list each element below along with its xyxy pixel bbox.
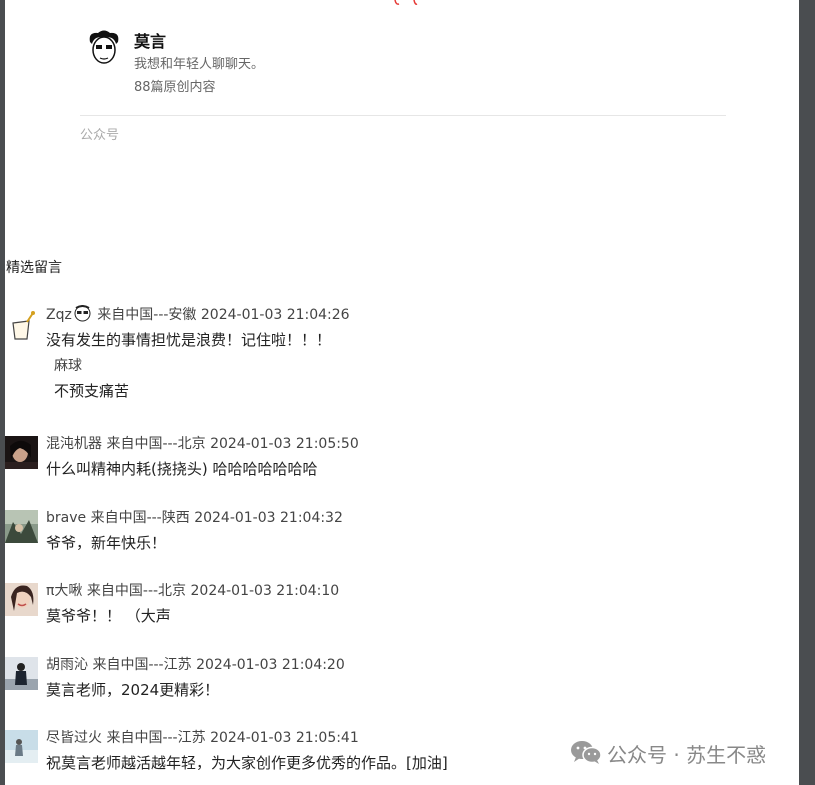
comment-item: Zqz 来自中国---安徽 2024-01-03 21:04:26 没有发生的事… bbox=[5, 304, 785, 404]
decoration-mark bbox=[394, 0, 418, 5]
comment-username[interactable]: 混沌机器 bbox=[46, 436, 102, 452]
comment-location: 来自中国---江苏 bbox=[106, 730, 206, 746]
reply-content: 不预支痛苦 bbox=[54, 382, 130, 400]
comment-username[interactable]: 胡雨沁 bbox=[46, 657, 88, 673]
comment-header: Zqz 来自中国---安徽 2024-01-03 21:04:26 bbox=[46, 304, 350, 324]
author-profile-card[interactable]: 莫言 我想和年轻人聊聊天。 88篇原创内容 bbox=[84, 28, 744, 108]
comment-header: 尽皆过火 来自中国---江苏 2024-01-03 21:05:41 bbox=[46, 727, 359, 747]
comment-time: 2024-01-03 21:05:50 bbox=[210, 436, 359, 452]
comment-time: 2024-01-03 21:04:26 bbox=[200, 307, 350, 323]
comment-content: 什么叫精神内耗(挠挠头) 哈哈哈哈哈哈哈 bbox=[46, 460, 318, 478]
article-count: 88篇原创内容 bbox=[134, 80, 216, 95]
user-avatar[interactable] bbox=[5, 436, 38, 469]
user-avatar[interactable] bbox=[5, 510, 38, 543]
user-avatar[interactable] bbox=[5, 657, 38, 690]
comment-time: 2024-01-03 21:04:10 bbox=[190, 583, 340, 599]
user-avatar[interactable] bbox=[5, 309, 38, 342]
comment-location: 来自中国---安徽 bbox=[97, 307, 197, 323]
comment-item: brave 来自中国---陕西 2024-01-03 21:04:32 爷爷，新… bbox=[5, 507, 785, 557]
comments-section-title: 精选留言 bbox=[6, 260, 62, 276]
comment-location: 来自中国---北京 bbox=[106, 436, 206, 452]
comment-time: 2024-01-03 21:04:20 bbox=[196, 657, 345, 673]
comment-content: 莫爷爷！！ （大声 bbox=[46, 607, 171, 625]
watermark-text: 公众号 · 苏生不惑 bbox=[607, 743, 767, 767]
reply-author[interactable]: 麻球 bbox=[54, 355, 82, 375]
watermark: 公众号 · 苏生不惑 bbox=[570, 738, 795, 767]
comment-header: 混沌机器 来自中国---北京 2024-01-03 21:05:50 bbox=[46, 433, 359, 453]
comment-username[interactable]: Zqz bbox=[46, 307, 72, 323]
comment-content: 莫言老师，2024更精彩！ bbox=[46, 681, 220, 699]
comment-location: 来自中国---北京 bbox=[86, 583, 187, 599]
comment-header: π大啾 来自中国---北京 2024-01-03 21:04:10 bbox=[46, 580, 339, 600]
user-avatar[interactable] bbox=[5, 730, 38, 763]
account-type-label: 公众号 bbox=[80, 128, 120, 143]
author-name: 莫言 bbox=[134, 32, 167, 51]
comment-header: brave 来自中国---陕西 2024-01-03 21:04:32 bbox=[46, 507, 343, 527]
comment-content: 没有发生的事情担忧是浪费！记住啦！！！ bbox=[46, 331, 332, 349]
comment-username[interactable]: brave bbox=[46, 510, 86, 526]
author-avatar bbox=[84, 28, 124, 68]
comment-item: 胡雨沁 来自中国---江苏 2024-01-03 21:04:20 莫言老师，2… bbox=[5, 654, 785, 704]
comment-location: 来自中国---陕西 bbox=[90, 510, 190, 526]
comment-username[interactable]: 尽皆过火 bbox=[46, 730, 102, 746]
window-frame-right bbox=[799, 0, 815, 785]
comment-time: 2024-01-03 21:05:41 bbox=[210, 730, 359, 746]
profile-divider bbox=[80, 115, 726, 116]
comment-time: 2024-01-03 21:04:32 bbox=[194, 510, 343, 526]
comment-item: π大啾 来自中国---北京 2024-01-03 21:04:10 莫爷爷！！ … bbox=[5, 580, 785, 630]
comment-content: 祝莫言老师越活越年轻，为大家创作更多优秀的作品。[加油] bbox=[46, 754, 448, 772]
comment-content: 爷爷，新年快乐！ bbox=[46, 534, 167, 552]
comment-header: 胡雨沁 来自中国---江苏 2024-01-03 21:04:20 bbox=[46, 654, 345, 674]
wechat-icon bbox=[571, 741, 602, 764]
comment-username[interactable]: π大啾 bbox=[46, 583, 82, 599]
user-avatar[interactable] bbox=[5, 583, 38, 616]
comment-item: 混沌机器 来自中国---北京 2024-01-03 21:05:50 什么叫精神… bbox=[5, 433, 785, 483]
author-description: 我想和年轻人聊聊天。 bbox=[134, 57, 265, 72]
comment-location: 来自中国---江苏 bbox=[92, 657, 192, 673]
sunglasses-emoji-icon bbox=[74, 305, 91, 322]
